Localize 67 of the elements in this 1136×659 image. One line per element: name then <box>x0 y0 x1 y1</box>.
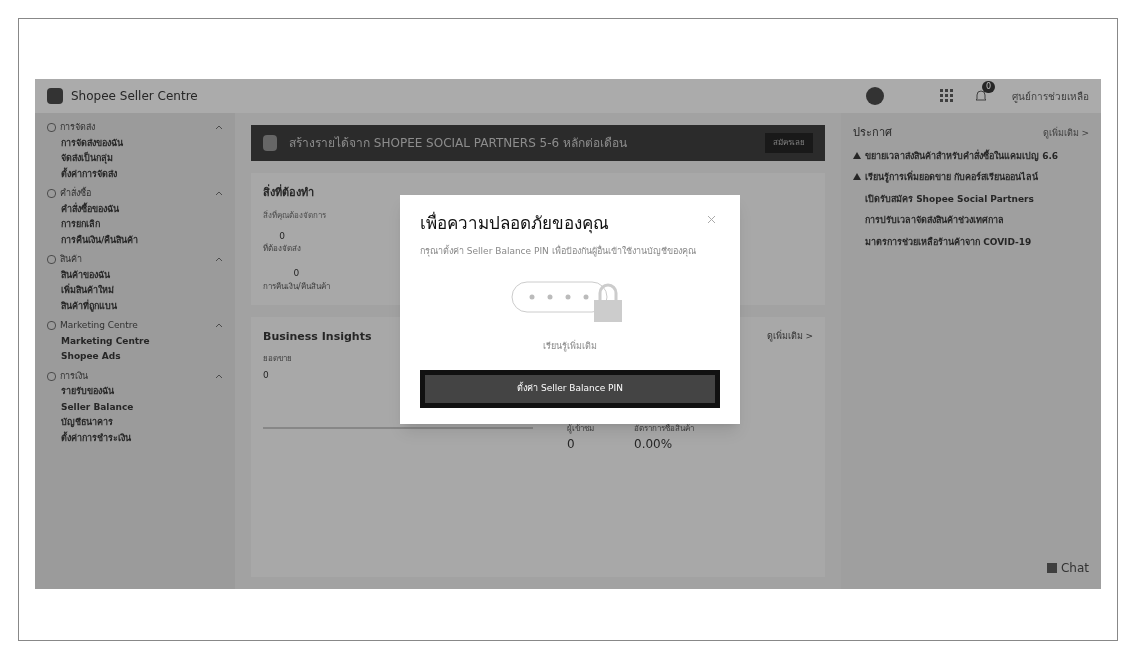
dialog-title: เพื่อความปลอดภัยของคุณ <box>420 211 610 236</box>
sidebar-item[interactable]: Marketing Centre <box>47 334 223 348</box>
close-icon <box>707 215 716 224</box>
set-pin-button[interactable]: ตั้งค่า Seller Balance PIN <box>420 369 720 408</box>
chat-button[interactable]: Chat <box>1046 559 1089 577</box>
sidebar-item[interactable]: Shopee Ads <box>47 350 223 364</box>
sidebar-item[interactable]: ตั้งค่าการจัดส่ง <box>47 167 223 181</box>
see-more-link[interactable]: ดูเพิ่มเติม > <box>766 330 813 344</box>
stat-label: การคืนเงิน/คืนสินค้า <box>263 280 330 293</box>
section-icon <box>47 123 56 133</box>
caret-icon[interactable] <box>215 257 223 263</box>
help-link[interactable]: ศูนย์การช่วยเหลือ <box>1012 88 1089 104</box>
announcement-title[interactable]: มาตรการช่วยเหลือร้านค้าจาก COVID-19 <box>865 235 1032 249</box>
stat-value: 0 <box>279 229 285 243</box>
metric-label: ยอดขาย <box>263 353 293 365</box>
sidebar-section-title[interactable]: Marketing Centre <box>60 319 211 333</box>
stat-label: ที่ต้องจัดส่ง <box>263 243 301 255</box>
announcement-title[interactable]: ขยายเวลาส่งสินค้าสำหรับคำสั่งซื้อในแคมเปญ 6.6 <box>865 149 1059 163</box>
sidebar-section-title[interactable]: คำสั่งซื้อ <box>60 187 211 201</box>
sidebar-section-title[interactable]: การเงิน <box>60 369 211 383</box>
section-icon <box>47 321 56 331</box>
announcement-title[interactable]: เปิดรับสมัคร Shopee Social Partners <box>865 192 1034 206</box>
sidebar-item[interactable]: รายรับของฉัน <box>47 385 223 399</box>
announcement-title[interactable]: เรียนรู้การเพิ่มยอดขาย กับคอร์สเรียนออนไลน์ <box>865 171 1039 185</box>
caret-icon[interactable] <box>215 323 223 329</box>
notification-badge: 0 <box>982 81 996 93</box>
announcement-title[interactable]: การปรับเวลาจัดส่งสินค้าช่วงเทศกาล <box>865 214 1004 228</box>
promo-banner[interactable]: สร้างรายได้จาก SHOPEE SOCIAL PARTNERS 5-6 หลักต่อเดือน สมัครเลย <box>251 125 825 161</box>
sidebar-item[interactable]: ตั้งค่าการชำระเงิน <box>47 431 223 445</box>
section-icon <box>47 255 56 265</box>
see-more-link[interactable]: ดูเพิ่มเติม > <box>1042 126 1089 140</box>
chat-icon <box>1046 563 1057 573</box>
caret-icon[interactable] <box>215 191 223 197</box>
stat-value: 0.00% <box>634 436 674 453</box>
bell-icon[interactable] <box>974 89 988 103</box>
sidebar-item[interactable]: บัญชีธนาคาร <box>47 416 223 430</box>
todo-title: สิ่งที่ต้องทำ <box>263 185 315 201</box>
sidebar-section-title[interactable]: สินค้า <box>60 253 211 267</box>
section-icon <box>47 189 56 199</box>
metric-value: 0 <box>263 369 270 382</box>
sidebar-section-title[interactable]: การจัดส่ง <box>60 121 211 135</box>
sidebar-item[interactable]: สินค้าของฉัน <box>47 268 223 282</box>
stat-label: ผู้เข้าชม <box>567 423 594 435</box>
learn-more-link[interactable]: เรียนรู้เพิ่มเติม <box>543 340 597 354</box>
caret-icon[interactable] <box>215 125 223 131</box>
avatar-icon[interactable] <box>866 87 884 105</box>
insights-title: Business Insights <box>263 328 373 345</box>
sidebar-item[interactable]: Seller Balance <box>47 400 223 414</box>
stat-value: 0 <box>567 436 576 453</box>
sidebar-item[interactable]: สินค้าที่ถูกแบน <box>47 299 223 313</box>
dialog-description: กรุณาตั้งค่า Seller Balance PIN เพื่อป้องกันผู้อื่นเข้าใช้งานบัญชีของคุณ <box>420 244 697 258</box>
announcements-title: ประกาศ <box>853 125 893 141</box>
sidebar-item[interactable]: เพิ่มสินค้าใหม่ <box>47 284 223 298</box>
banner-text: สร้างรายได้จาก SHOPEE SOCIAL PARTNERS 5-6 หลักต่อเดือน <box>289 135 629 152</box>
stat-label: อัตราการซื้อสินค้า <box>634 423 694 435</box>
sidebar-item[interactable]: คำสั่งซื้อของฉัน <box>47 202 223 216</box>
stat-value: 0 <box>293 267 300 280</box>
sidebar-item[interactable]: การยกเลิก <box>47 218 223 232</box>
caret-icon[interactable] <box>215 373 223 379</box>
logo-text: Shopee Seller Centre <box>71 88 198 105</box>
section-icon <box>47 371 56 381</box>
sidebar-item[interactable]: การคืนเงิน/คืนสินค้า <box>47 233 223 247</box>
sidebar-item[interactable]: จัดส่งเป็นกลุ่ม <box>47 152 223 166</box>
sidebar-item[interactable]: การจัดส่งของฉัน <box>47 136 223 150</box>
apps-grid-icon[interactable] <box>940 89 954 103</box>
todo-subtitle: สิ่งที่คุณต้องจัดการ <box>263 209 326 222</box>
banner-button[interactable]: สมัครเลย <box>765 133 813 153</box>
